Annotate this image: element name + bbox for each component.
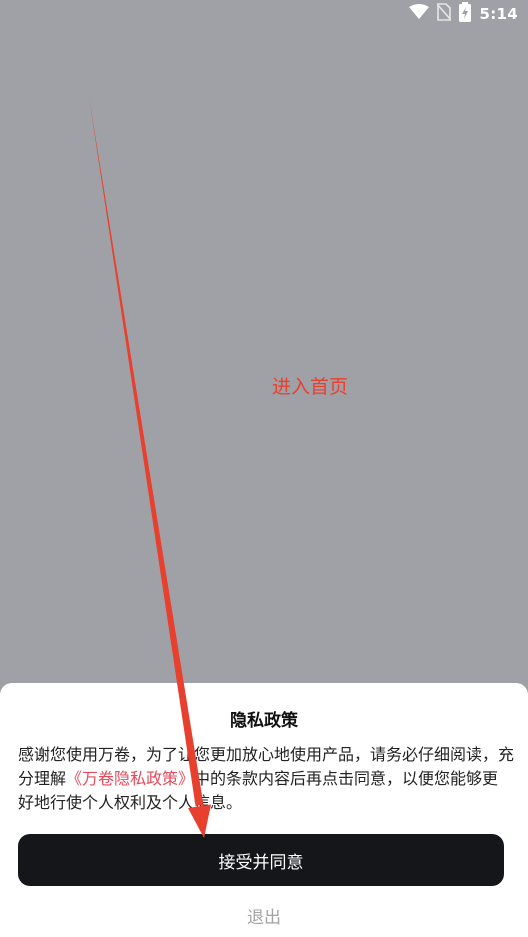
dialog-title: 隐私政策: [230, 711, 298, 731]
battery-charging-icon: [459, 2, 472, 26]
annotation-label: 进入首页: [272, 376, 349, 398]
status-bar: 5:14: [0, 0, 528, 28]
status-time: 5:14: [479, 5, 518, 23]
dialog-body: 感谢您使用万卷，为了让您更加放心地使用产品，请务必仔细阅读，充分理解《万卷隐私政…: [18, 743, 514, 815]
wifi-icon: [409, 4, 430, 24]
status-icons: 5:14: [409, 2, 518, 26]
privacy-policy-link[interactable]: 《万卷隐私政策》: [66, 769, 194, 788]
no-sim-icon: [436, 3, 453, 25]
privacy-dialog: 隐私政策 感谢您使用万卷，为了让您更加放心地使用产品，请务必仔细阅读，充分理解《…: [0, 683, 528, 937]
exit-button[interactable]: 退出: [0, 903, 528, 928]
accept-button[interactable]: 接受并同意: [18, 834, 504, 886]
